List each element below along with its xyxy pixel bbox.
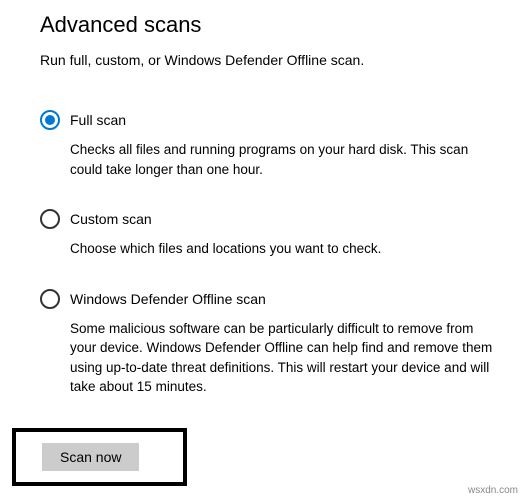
scan-now-highlight: Scan now [12,428,187,486]
radio-full-scan[interactable]: Full scan [40,110,494,130]
radio-custom-scan[interactable]: Custom scan [40,209,494,229]
option-custom-scan: Custom scan Choose which files and locat… [40,209,494,259]
radio-icon [40,110,60,130]
option-full-scan: Full scan Checks all files and running p… [40,110,494,179]
scan-now-button[interactable]: Scan now [42,443,139,471]
radio-icon [40,209,60,229]
page-subtitle: Run full, custom, or Windows Defender Of… [40,52,494,68]
radio-icon [40,289,60,309]
option-desc: Checks all files and running programs on… [70,140,494,179]
option-label: Full scan [70,112,126,128]
option-desc: Some malicious software can be particula… [70,319,494,397]
watermark: wsxdn.com [468,485,518,496]
option-label: Custom scan [70,211,152,227]
option-label: Windows Defender Offline scan [70,291,266,307]
option-offline-scan: Windows Defender Offline scan Some malic… [40,289,494,397]
radio-offline-scan[interactable]: Windows Defender Offline scan [40,289,494,309]
page-title: Advanced scans [40,12,494,38]
option-desc: Choose which files and locations you wan… [70,239,494,259]
